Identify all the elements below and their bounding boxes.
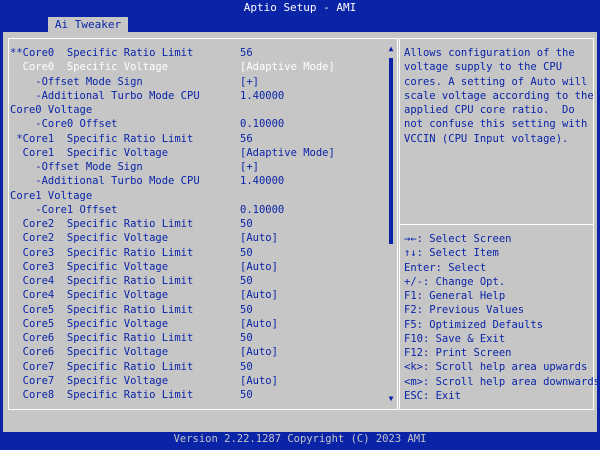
- setting-row[interactable]: Core1 Voltage: [10, 189, 390, 203]
- setting-label: Core4 Specific Voltage: [10, 289, 169, 302]
- setting-row[interactable]: Core0 Voltage: [10, 103, 390, 117]
- setting-row[interactable]: Core0 Specific Voltage [Adaptive Mode]: [10, 60, 390, 74]
- setting-label: Core2 Specific Voltage: [10, 232, 169, 245]
- setting-label: Core6 Specific Voltage: [10, 346, 169, 359]
- setting-row[interactable]: -Offset Mode Sign [+]: [10, 75, 390, 89]
- setting-label: -Offset Mode Sign: [10, 161, 143, 173]
- key-hint: F2: Previous Values: [404, 304, 525, 317]
- setting-label: -Additional Turbo Mode CPU: [10, 89, 200, 102]
- setting-label: **Core0 Specific Ratio Limit: [10, 47, 194, 59]
- setting-value: [+]: [240, 161, 259, 173]
- setting-label: Core8 Specific Ratio Limit: [10, 389, 194, 401]
- setting-value: 50: [240, 303, 253, 316]
- help-line: scale voltage according to the: [404, 89, 594, 102]
- key-hint: F1: General Help: [404, 290, 506, 302]
- settings-list: **Core0 Specific Ratio Limit 56 Core0 Spe…: [10, 46, 390, 402]
- setting-label: Core5 Specific Voltage: [10, 317, 169, 330]
- key-hint: F5: Optimized Defaults: [404, 318, 544, 331]
- key-hint: Enter: Select: [404, 261, 487, 274]
- setting-value: 1.40000: [240, 175, 285, 188]
- setting-row[interactable]: Core3 Specific Ratio Limit 50: [10, 246, 390, 260]
- setting-value: [Auto]: [240, 317, 278, 330]
- setting-row[interactable]: Core5 Specific Voltage [Auto]: [10, 317, 390, 331]
- setting-label: -Core0 Offset: [10, 118, 118, 131]
- help-line: Allows configuration of the: [404, 47, 575, 59]
- setting-label: Core1 Voltage: [10, 189, 93, 202]
- help-text: Allows configuration of the voltage suppl…: [404, 46, 594, 146]
- setting-label: -Additional Turbo Mode CPU: [10, 175, 200, 188]
- key-hint: ESC: Exit: [404, 389, 461, 402]
- setting-row[interactable]: Core1 Specific Voltage [Adaptive Mode]: [10, 146, 390, 160]
- setting-row[interactable]: *Core1 Specific Ratio Limit 56: [10, 132, 390, 146]
- help-line: applied CPU core ratio. Do: [404, 104, 575, 116]
- setting-value: 0.10000: [240, 203, 285, 216]
- setting-row[interactable]: -Core0 Offset 0.10000: [10, 117, 390, 131]
- setting-label: Core2 Specific Ratio Limit: [10, 218, 194, 230]
- setting-row[interactable]: -Additional Turbo Mode CPU 1.40000: [10, 89, 390, 103]
- setting-label: *Core1 Specific Ratio Limit: [10, 132, 194, 145]
- setting-value: [Auto]: [240, 260, 278, 273]
- setting-value: 56: [240, 47, 253, 59]
- setting-label: Core3 Specific Ratio Limit: [10, 246, 194, 259]
- setting-value: 50: [240, 332, 253, 344]
- key-hint: F10: Save & Exit: [404, 332, 506, 345]
- setting-value: 50: [240, 360, 253, 373]
- setting-row[interactable]: Core6 Specific Voltage [Auto]: [10, 345, 390, 359]
- window-title: Aptio Setup - AMI: [243, 1, 357, 14]
- setting-value: [+]: [240, 75, 259, 88]
- key-hint: +/-: Change Opt.: [404, 275, 506, 288]
- setting-value: 50: [240, 275, 253, 287]
- setting-row[interactable]: Core8 Specific Ratio Limit 50: [10, 388, 390, 402]
- key-hint: ↑↓: Select Item: [404, 247, 499, 260]
- setting-row[interactable]: Core7 Specific Ratio Limit 50: [10, 360, 390, 374]
- key-legend: →←: Select Screen ↑↓: Select Item Enter: S…: [404, 232, 600, 403]
- help-line: voltage supply to the CPU: [404, 61, 563, 74]
- setting-value: 56: [240, 132, 253, 145]
- setting-label: Core6 Specific Ratio Limit: [10, 332, 194, 344]
- setting-value: 1.40000: [240, 89, 285, 102]
- setting-value: [Auto]: [240, 374, 278, 387]
- setting-row[interactable]: Core6 Specific Ratio Limit 50: [10, 331, 390, 345]
- footer-version: Version 2.22.1287 Copyright (C) 2023 AMI: [173, 433, 427, 445]
- setting-label: Core7 Specific Voltage: [10, 374, 169, 387]
- setting-row[interactable]: Core7 Specific Voltage [Auto]: [10, 374, 390, 388]
- setting-row[interactable]: **Core0 Specific Ratio Limit 56: [10, 46, 390, 60]
- setting-value: [Auto]: [240, 346, 278, 359]
- setting-value: 0.10000: [240, 118, 285, 131]
- setting-row[interactable]: Core2 Specific Ratio Limit 50: [10, 217, 390, 231]
- setting-row[interactable]: Core5 Specific Ratio Limit 50: [10, 303, 390, 317]
- tab-ai-tweaker[interactable]: Ai Tweaker: [48, 17, 128, 32]
- setting-label: Core7 Specific Ratio Limit: [10, 360, 194, 373]
- setting-row[interactable]: Core2 Specific Voltage [Auto]: [10, 231, 390, 245]
- setting-row[interactable]: -Core1 Offset 0.10000: [10, 203, 390, 217]
- setting-value: [Auto]: [240, 232, 278, 245]
- help-separator: [399, 224, 594, 225]
- setting-label: Core0 Specific Voltage: [10, 61, 169, 74]
- key-hint: <k>: Scroll help area upwards: [404, 361, 588, 374]
- key-hint: <m>: Scroll help area downwards: [404, 375, 600, 388]
- help-line: cores. A setting of Auto will: [404, 75, 588, 88]
- key-hint: F12: Print Screen: [404, 347, 512, 359]
- setting-label: -Offset Mode Sign: [10, 75, 143, 88]
- setting-label: Core0 Voltage: [10, 104, 93, 116]
- setting-label: Core4 Specific Ratio Limit: [10, 275, 194, 287]
- setting-value: [Adaptive Mode]: [240, 146, 335, 159]
- setting-row[interactable]: Core3 Specific Voltage [Auto]: [10, 260, 390, 274]
- setting-label: -Core1 Offset: [10, 203, 118, 216]
- setting-value: [Adaptive Mode]: [240, 61, 335, 74]
- setting-row[interactable]: -Additional Turbo Mode CPU 1.40000: [10, 174, 390, 188]
- setting-label: Core3 Specific Voltage: [10, 260, 169, 273]
- setting-label: Core5 Specific Ratio Limit: [10, 303, 194, 316]
- setting-row[interactable]: Core4 Specific Ratio Limit 50: [10, 274, 390, 288]
- setting-row[interactable]: Core4 Specific Voltage [Auto]: [10, 288, 390, 302]
- setting-value: 50: [240, 218, 253, 230]
- setting-row[interactable]: -Offset Mode Sign [+]: [10, 160, 390, 174]
- help-line: VCCIN (CPU Input voltage).: [404, 132, 569, 145]
- setting-label: Core1 Specific Voltage: [10, 146, 169, 159]
- help-line: not confuse this setting with: [404, 118, 588, 131]
- setting-value: [Auto]: [240, 289, 278, 302]
- setting-value: 50: [240, 246, 253, 259]
- key-hint: →←: Select Screen: [404, 233, 512, 245]
- setting-value: 50: [240, 389, 253, 401]
